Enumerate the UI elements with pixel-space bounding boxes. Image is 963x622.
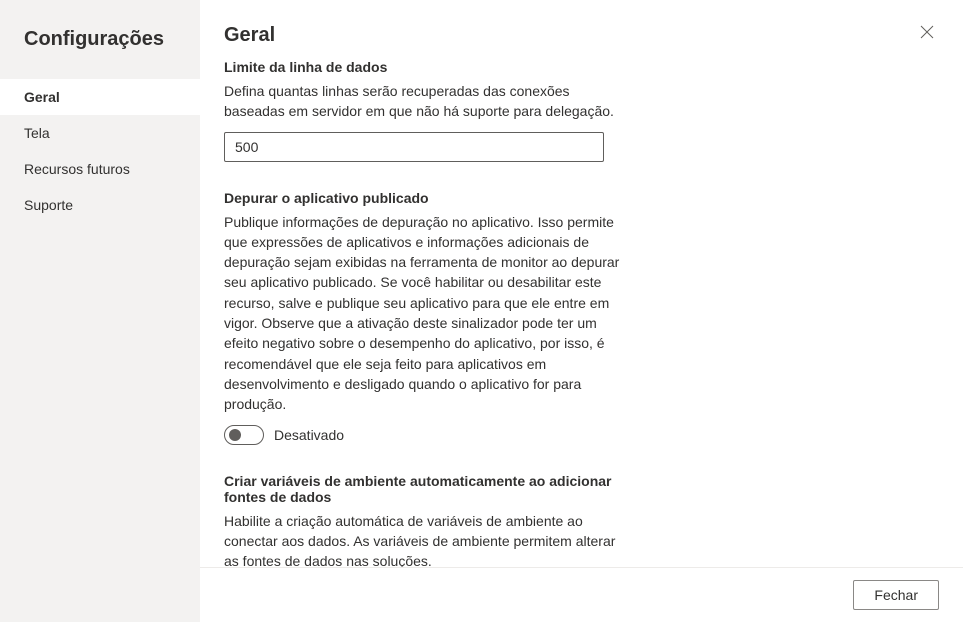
sidebar-item-geral[interactable]: Geral: [0, 79, 200, 115]
debug-published-toggle-label: Desativado: [274, 427, 344, 443]
sidebar-item-recursos-futuros[interactable]: Recursos futuros: [0, 151, 200, 187]
main-panel: Geral Limite da linha de dados Defina qu…: [200, 0, 963, 622]
sidebar-item-tela[interactable]: Tela: [0, 115, 200, 151]
section-debug-published: Depurar o aplicativo publicado Publique …: [224, 190, 624, 445]
sidebar-item-suporte[interactable]: Suporte: [0, 187, 200, 223]
data-row-limit-desc: Defina quantas linhas serão recuperadas …: [224, 81, 624, 122]
data-row-limit-title: Limite da linha de dados: [224, 59, 624, 75]
close-button[interactable]: Fechar: [853, 580, 939, 610]
toggle-knob-icon: [229, 429, 241, 441]
auto-env-vars-desc: Habilite a criação automática de variáve…: [224, 511, 624, 567]
section-data-row-limit: Limite da linha de dados Defina quantas …: [224, 59, 624, 162]
close-icon: [920, 25, 934, 39]
section-auto-env-vars: Criar variáveis de ambiente automaticame…: [224, 473, 624, 567]
debug-published-toggle[interactable]: [224, 425, 264, 445]
auto-env-vars-title: Criar variáveis de ambiente automaticame…: [224, 473, 624, 505]
close-icon-button[interactable]: [915, 20, 939, 44]
debug-published-toggle-row: Desativado: [224, 425, 624, 445]
page-title: Geral: [224, 24, 275, 47]
debug-published-desc: Publique informações de depuração no apl…: [224, 212, 624, 415]
debug-published-title: Depurar o aplicativo publicado: [224, 190, 624, 206]
header: Geral: [200, 0, 963, 59]
footer: Fechar: [200, 567, 963, 622]
content-scroll[interactable]: Limite da linha de dados Defina quantas …: [200, 59, 963, 567]
sidebar-title: Configurações: [0, 28, 200, 79]
data-row-limit-input[interactable]: [224, 132, 604, 162]
sidebar: Configurações Geral Tela Recursos futuro…: [0, 0, 200, 622]
